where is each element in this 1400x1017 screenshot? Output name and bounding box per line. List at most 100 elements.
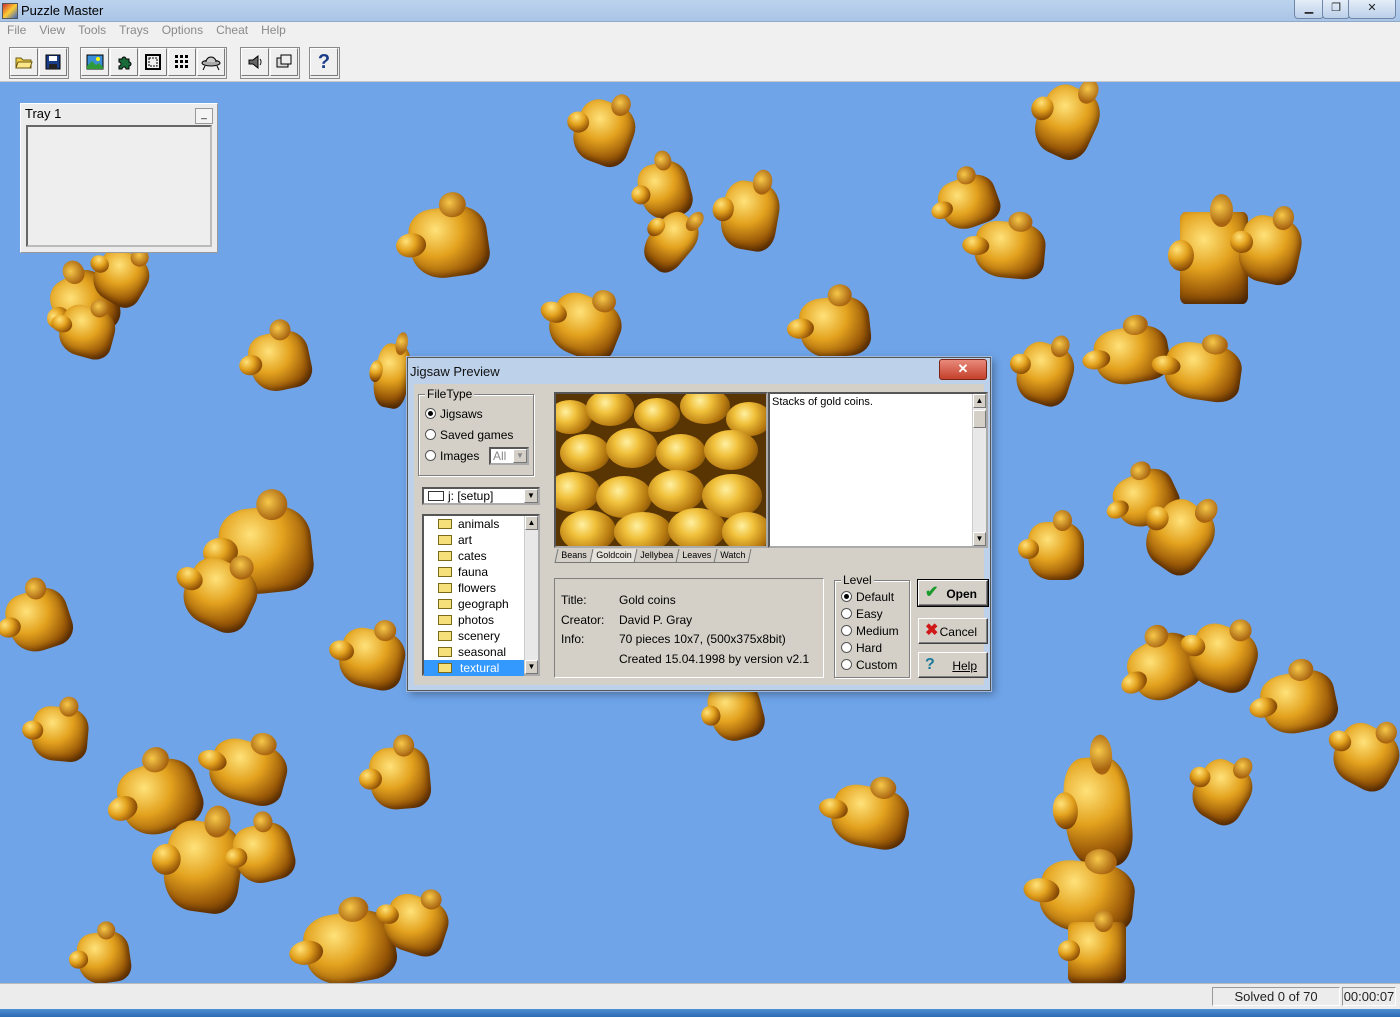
puzzle-piece[interactable] [367, 744, 433, 812]
minimize-button[interactable]: ▁ [1294, 0, 1324, 19]
radio-level-easy[interactable]: Easy [841, 607, 883, 621]
scatter-button[interactable] [197, 48, 225, 76]
tab-watch[interactable]: Watch [713, 549, 752, 563]
maximize-button[interactable]: ❐ [1322, 0, 1350, 19]
folder-list-items: animals art cates fauna flowers geograph… [424, 516, 524, 676]
new-picture-button[interactable] [81, 48, 109, 76]
puzzle-piece[interactable] [334, 623, 410, 695]
border-button[interactable] [139, 48, 167, 76]
folder-list-scrollbar[interactable]: ▲ ▼ [524, 516, 538, 674]
sound-button[interactable] [241, 48, 269, 76]
list-item[interactable]: animals [424, 516, 524, 532]
radio-dot [841, 642, 852, 653]
list-item[interactable]: fauna [424, 564, 524, 580]
menu-options[interactable]: Options [155, 22, 209, 37]
description-box[interactable]: Stacks of gold coins. ▲ ▼ [768, 392, 988, 548]
scroll-thumb[interactable] [973, 410, 986, 428]
tab-goldcoin[interactable]: Goldcoin [589, 549, 638, 563]
radio-dot [425, 450, 436, 461]
radio-saved-games[interactable]: Saved games [425, 428, 513, 442]
puzzle-piece[interactable] [0, 581, 78, 659]
puzzle-piece[interactable] [972, 219, 1048, 281]
puzzle-piece[interactable] [1010, 337, 1080, 411]
description-scrollbar[interactable]: ▲ ▼ [972, 394, 986, 546]
tab-beans[interactable]: Beans [554, 549, 594, 563]
drive-icon [428, 491, 444, 501]
tray-button[interactable] [270, 48, 298, 76]
puzzle-piece[interactable] [174, 550, 266, 640]
puzzle-piece[interactable] [74, 928, 134, 983]
radio-level-default[interactable]: Default [841, 590, 894, 604]
puzzle-piece[interactable] [566, 93, 642, 173]
radio-level-medium[interactable]: Medium [841, 624, 899, 638]
puzzle-piece[interactable] [1025, 82, 1109, 166]
list-item[interactable]: geograph [424, 596, 524, 612]
cancel-button[interactable]: ✖ Cancel [918, 618, 988, 644]
close-button[interactable]: ✕ [1348, 0, 1396, 19]
coin-shape [656, 434, 706, 472]
puzzle-piece[interactable] [1167, 193, 1248, 304]
tray-window[interactable]: Tray 1 _ [20, 103, 218, 253]
puzzle-piece[interactable] [1161, 338, 1245, 406]
open-button[interactable] [10, 48, 38, 76]
puzzle-piece[interactable] [1183, 752, 1261, 832]
puzzle-piece[interactable] [1324, 715, 1400, 799]
menu-cheat[interactable]: Cheat [209, 22, 254, 37]
piece-button[interactable] [110, 48, 138, 76]
puzzle-piece-icon [118, 56, 132, 70]
dialog-close-button[interactable]: ✕ [939, 359, 987, 380]
menu-trays[interactable]: Trays [112, 22, 155, 37]
scroll-up-button[interactable]: ▲ [525, 516, 538, 530]
puzzle-piece[interactable] [541, 286, 629, 368]
drive-select[interactable]: j: [setup] ▼ [422, 487, 540, 505]
list-item[interactable]: scenery [424, 628, 524, 644]
puzzle-piece[interactable] [1057, 909, 1126, 983]
scroll-up-button[interactable]: ▲ [973, 394, 986, 408]
tray-minimize-button[interactable]: _ [195, 108, 213, 124]
puzzle-piece[interactable] [1181, 617, 1265, 699]
tab-label: Jellybea [640, 550, 674, 560]
list-item[interactable]: textural [424, 660, 524, 676]
images-filter-select[interactable]: All ▼ [489, 447, 529, 465]
scroll-down-button[interactable]: ▼ [525, 660, 538, 674]
radio-label: Default [856, 590, 895, 604]
puzzle-piece[interactable] [633, 156, 697, 224]
puzzle-piece[interactable] [635, 205, 707, 279]
list-item[interactable]: cates [424, 548, 524, 564]
grid-button[interactable] [168, 48, 196, 76]
puzzle-piece[interactable] [29, 704, 91, 764]
menu-tools[interactable]: Tools [71, 22, 112, 37]
puzzle-piece[interactable] [1256, 664, 1342, 740]
puzzle-piece[interactable] [1017, 510, 1084, 580]
list-item[interactable]: flowers [424, 580, 524, 596]
radio-dot [425, 408, 436, 419]
puzzle-piece[interactable] [716, 177, 784, 255]
save-button[interactable] [39, 48, 67, 76]
scroll-down-button[interactable]: ▼ [973, 532, 986, 546]
radio-level-hard[interactable]: Hard [841, 641, 882, 655]
menu-help[interactable]: Help [254, 22, 292, 37]
puzzle-piece[interactable] [827, 780, 913, 854]
help-toolbar-button[interactable]: ? [310, 48, 338, 76]
radio-level-custom[interactable]: Custom [841, 658, 897, 672]
tab-jellybea[interactable]: Jellybea [633, 549, 680, 563]
folder-list[interactable]: animals art cates fauna flowers geograph… [422, 514, 540, 676]
folder-icon [438, 567, 452, 577]
tray-well[interactable] [26, 125, 212, 247]
puzzle-piece[interactable] [405, 201, 493, 283]
puzzle-piece[interactable] [203, 733, 293, 811]
puzzle-piece[interactable] [244, 326, 316, 396]
list-item[interactable]: art [424, 532, 524, 548]
list-item[interactable]: photos [424, 612, 524, 628]
grid-icon [175, 55, 188, 68]
tab-leaves[interactable]: Leaves [675, 549, 718, 563]
help-button[interactable]: ? Help [918, 652, 988, 678]
list-item[interactable]: seasonal [424, 644, 524, 660]
menu-view[interactable]: View [32, 22, 71, 37]
puzzle-piece[interactable] [797, 293, 873, 361]
radio-images[interactable]: Images [425, 449, 479, 463]
menu-file[interactable]: File [0, 22, 32, 37]
coin-shape [560, 434, 610, 472]
radio-jigsaws[interactable]: Jigsaws [425, 407, 483, 421]
open-puzzle-button[interactable]: ✔ Open [917, 579, 989, 607]
